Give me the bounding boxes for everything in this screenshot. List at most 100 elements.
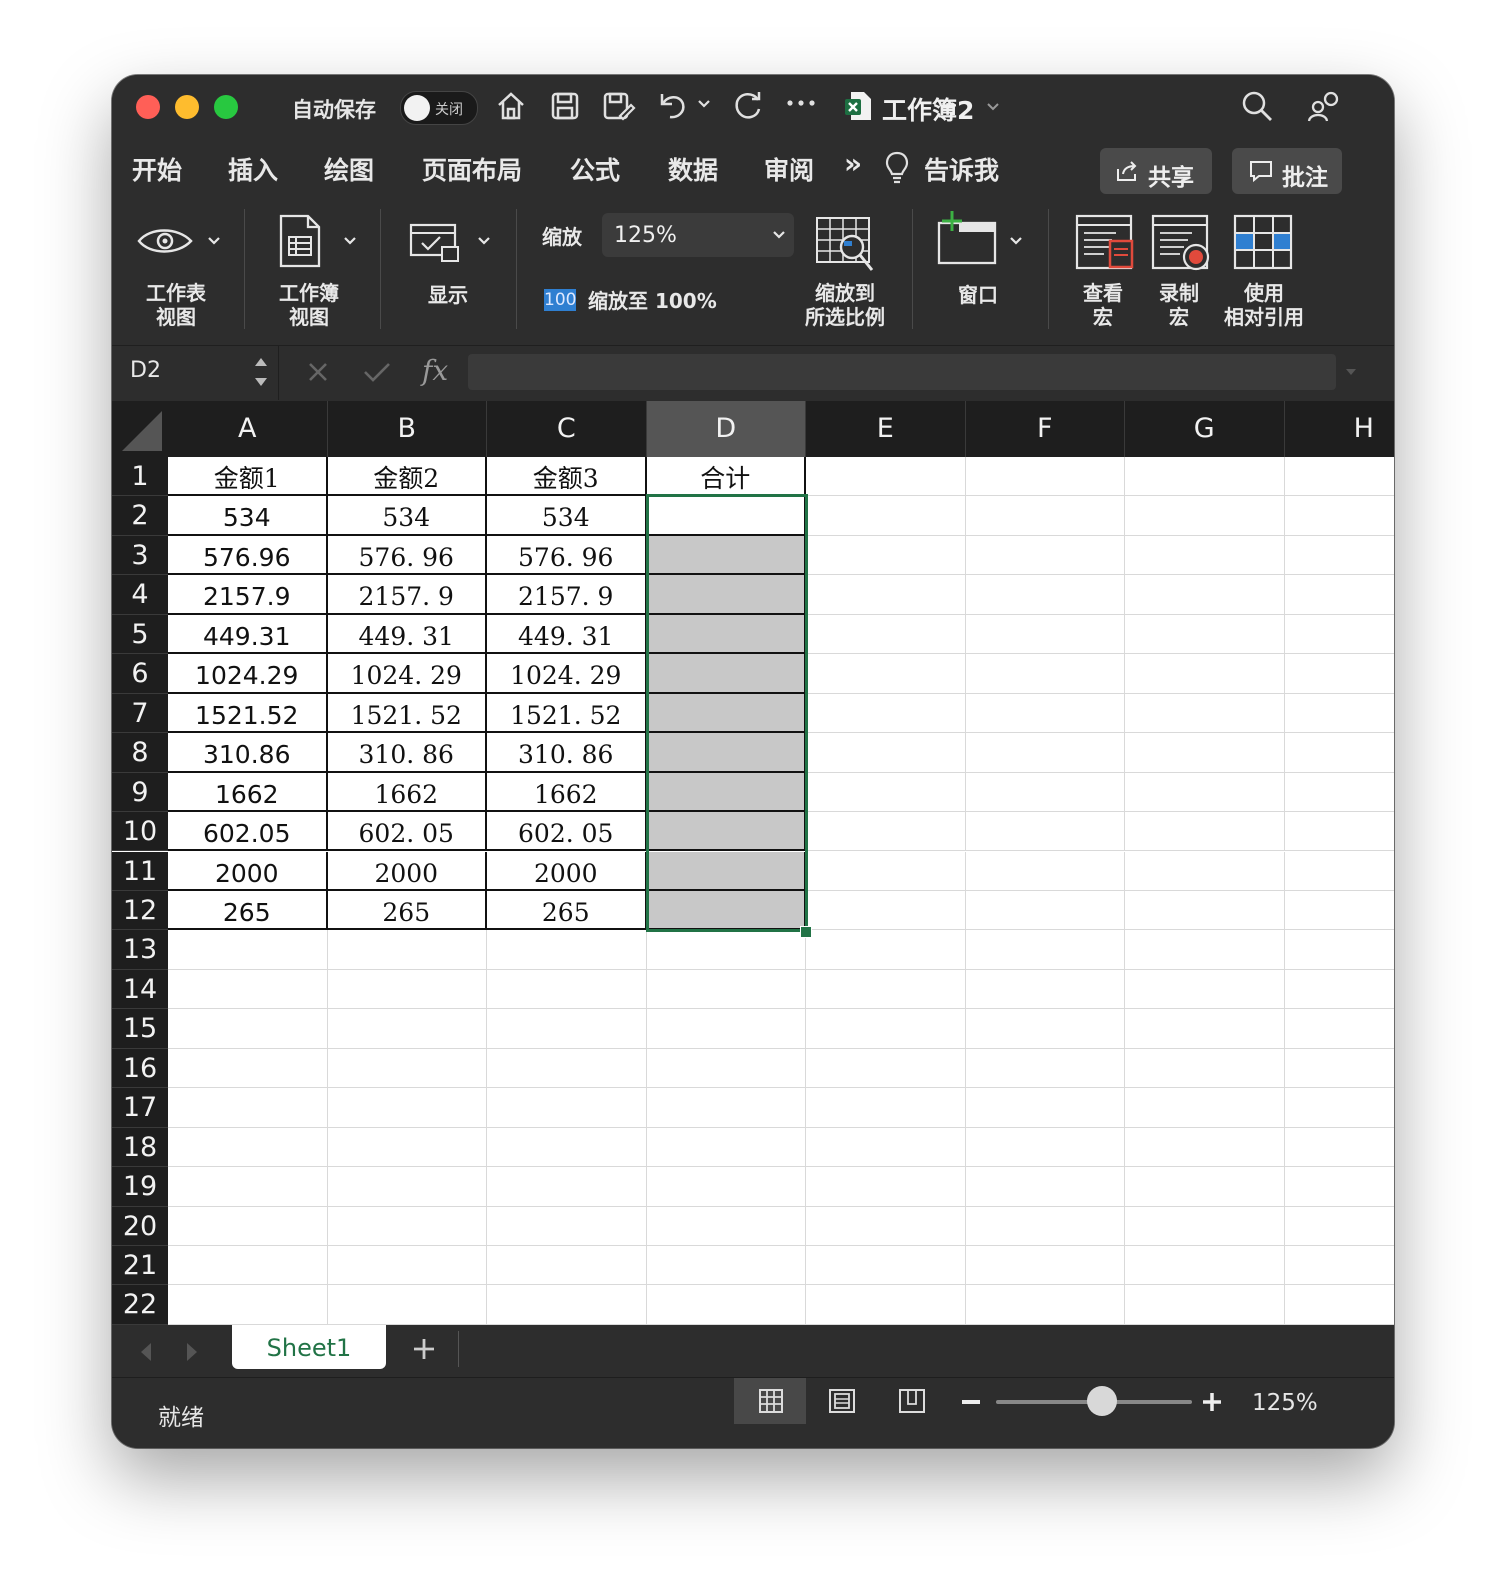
cell-b13[interactable] [327, 930, 487, 970]
cell-a5[interactable]: 449.31 [168, 614, 328, 655]
cell-c7[interactable]: 1521. 52 [487, 693, 647, 734]
cell-d1[interactable]: 合计 [646, 457, 806, 497]
cell-c4[interactable]: 2157. 9 [487, 575, 647, 615]
cell-f17[interactable] [965, 1088, 1125, 1128]
cell-f6[interactable] [965, 654, 1125, 694]
cell-c1[interactable]: 金额3 [487, 457, 647, 497]
normal-view-button[interactable] [734, 1378, 806, 1424]
autosave-toggle[interactable]: 关闭 [400, 91, 478, 125]
cell-b2[interactable]: 534 [327, 496, 487, 536]
column-header-g[interactable]: G [1125, 401, 1285, 457]
cell-h10[interactable] [1284, 812, 1394, 852]
spreadsheet-grid[interactable]: A B C D E F G H 1 金额1 金额2 金额3 合计 2 534 534 534 3 576.96 576… [112, 401, 1394, 1325]
cell-b14[interactable] [327, 969, 487, 1010]
cell-a15[interactable] [168, 1009, 328, 1049]
cell-a18[interactable] [168, 1127, 328, 1168]
cell-f21[interactable] [965, 1246, 1125, 1286]
cell-d11[interactable] [646, 851, 806, 891]
cell-c10[interactable]: 602. 05 [487, 812, 647, 852]
cell-b18[interactable] [327, 1127, 487, 1168]
cell-a13[interactable] [168, 930, 328, 970]
cell-a16[interactable] [168, 1048, 328, 1089]
cell-h12[interactable] [1284, 891, 1394, 931]
cell-a20[interactable] [168, 1206, 328, 1246]
row-header-21[interactable]: 21 [112, 1246, 168, 1286]
zoom-slider-handle[interactable] [1087, 1386, 1118, 1416]
cell-g13[interactable] [1125, 930, 1285, 970]
cell-a1[interactable]: 金额1 [168, 457, 328, 497]
sheet-view-eye-icon[interactable] [136, 223, 196, 259]
cell-f20[interactable] [965, 1206, 1125, 1246]
row-header-8[interactable]: 8 [112, 733, 168, 773]
cell-g1[interactable] [1125, 457, 1285, 497]
row-header-18[interactable]: 18 [112, 1127, 168, 1168]
cell-c14[interactable] [487, 969, 647, 1010]
cell-f18[interactable] [965, 1127, 1125, 1168]
cell-h18[interactable] [1284, 1128, 1394, 1168]
cell-a17[interactable] [168, 1088, 328, 1128]
cell-b15[interactable] [327, 1009, 487, 1049]
cell-e13[interactable] [806, 930, 966, 970]
cell-d15[interactable] [646, 1009, 806, 1049]
cell-f14[interactable] [965, 969, 1125, 1010]
cell-a9[interactable]: 1662 [168, 772, 328, 813]
cell-h4[interactable] [1284, 575, 1394, 615]
cell-g16[interactable] [1125, 1048, 1285, 1089]
name-box-stepper-icon[interactable] [252, 352, 270, 392]
cell-a19[interactable] [168, 1167, 328, 1207]
cell-h3[interactable] [1284, 536, 1394, 576]
row-header-19[interactable]: 19 [112, 1167, 168, 1207]
cell-d14[interactable] [646, 969, 806, 1010]
column-header-e[interactable]: E [806, 401, 966, 457]
comments-button[interactable]: 批注 [1232, 148, 1342, 194]
column-header-h[interactable]: H [1284, 401, 1394, 457]
search-icon[interactable] [1240, 89, 1274, 123]
cell-a10[interactable]: 602.05 [168, 812, 328, 852]
cell-f22[interactable] [965, 1285, 1125, 1325]
row-header-1[interactable]: 1 [112, 457, 168, 497]
cell-e18[interactable] [806, 1127, 966, 1168]
cell-b4[interactable]: 2157. 9 [327, 575, 487, 615]
row-header-12[interactable]: 12 [112, 890, 168, 931]
title-chevron-down-icon[interactable] [985, 101, 1001, 113]
workbook-view-page-icon[interactable] [278, 213, 322, 269]
column-header-b[interactable]: B [327, 401, 487, 457]
cell-e4[interactable] [806, 575, 966, 615]
cell-d5[interactable] [646, 614, 806, 655]
cell-g5[interactable] [1125, 614, 1285, 655]
cell-g20[interactable] [1125, 1206, 1285, 1246]
cell-a11[interactable]: 2000 [168, 851, 328, 891]
cell-g17[interactable] [1125, 1088, 1285, 1128]
undo-dropdown-chevron-down-icon[interactable] [696, 97, 712, 111]
cell-h7[interactable] [1284, 694, 1394, 734]
record-macro-button[interactable]: 录制 宏 [1146, 281, 1212, 329]
cell-d18[interactable] [646, 1127, 806, 1168]
tab-home[interactable]: 开始 [132, 151, 182, 187]
zoom-100-badge-icon[interactable]: 100 [544, 289, 576, 311]
cell-d22[interactable] [646, 1285, 806, 1325]
cell-e6[interactable] [806, 654, 966, 694]
home-icon[interactable] [494, 89, 528, 123]
cell-f2[interactable] [965, 496, 1125, 536]
cell-d3[interactable] [646, 535, 806, 576]
cell-f13[interactable] [965, 930, 1125, 970]
cell-e11[interactable] [806, 851, 966, 891]
row-header-7[interactable]: 7 [112, 693, 168, 734]
page-break-view-button[interactable] [878, 1378, 950, 1424]
more-tabs-button[interactable]: » [844, 147, 862, 180]
cell-g9[interactable] [1125, 772, 1285, 813]
row-header-2[interactable]: 2 [112, 496, 168, 536]
cell-g12[interactable] [1125, 890, 1285, 931]
cancel-entry-icon[interactable] [306, 360, 330, 384]
row-header-16[interactable]: 16 [112, 1048, 168, 1089]
cell-d17[interactable] [646, 1088, 806, 1128]
lightbulb-icon[interactable] [884, 149, 910, 185]
cell-f10[interactable] [965, 812, 1125, 852]
show-label[interactable]: 显示 [408, 283, 488, 307]
cell-b8[interactable]: 310. 86 [327, 733, 487, 773]
cell-c5[interactable]: 449. 31 [487, 614, 647, 655]
cell-g21[interactable] [1125, 1246, 1285, 1286]
cell-g10[interactable] [1125, 812, 1285, 852]
cell-c12[interactable]: 265 [487, 890, 647, 931]
cell-e21[interactable] [806, 1246, 966, 1286]
